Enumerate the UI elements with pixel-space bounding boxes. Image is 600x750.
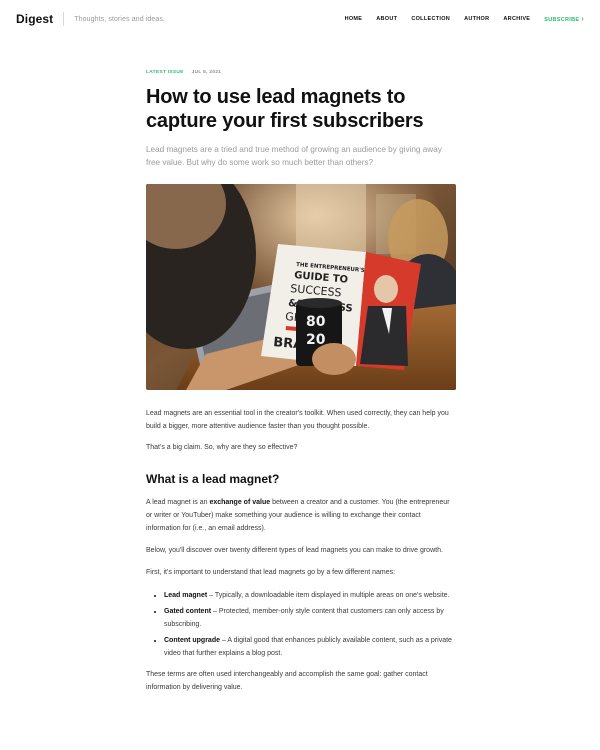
- section-heading: What is a lead magnet?: [146, 472, 280, 487]
- paragraph: Below, you'll discover over twenty diffe…: [146, 546, 443, 554]
- list-item: Content upgrade – A digital good that en…: [164, 635, 456, 661]
- chevron-right-icon: ›: [581, 15, 584, 23]
- site-logo[interactable]: Digest: [16, 12, 53, 26]
- paragraph: Lead magnets are an essential tool in th…: [146, 410, 449, 430]
- issue-tag[interactable]: LATEST ISSUE: [146, 70, 184, 75]
- article-lede: Lead magnets are a tried and true method…: [146, 145, 442, 167]
- article-title: How to use lead magnets to capture your …: [146, 86, 424, 132]
- list-item: Lead magnet – Typically, a downloadable …: [164, 590, 456, 603]
- article: LATEST ISSUE JUL 5, 2021 How to use lead…: [146, 70, 456, 695]
- paragraph: These terms are often used interchangeab…: [146, 671, 428, 692]
- term: Lead magnet: [164, 592, 208, 600]
- term: Gated content: [164, 608, 212, 616]
- term-desc: – Typically, a downloadable item display…: [207, 592, 450, 600]
- site-header: Digest Thoughts, stories and ideas. HOME…: [0, 0, 600, 38]
- nav-archive[interactable]: ARCHIVE: [503, 16, 530, 22]
- nav-subscribe[interactable]: SUBSCRIBE ›: [544, 16, 584, 23]
- hero-photo: THE ENTREPRENEUR'S GUIDE TO SUCCESS &BUS…: [146, 184, 456, 390]
- list-item: Gated content – Protected, member-only s…: [164, 606, 456, 632]
- term-list: Lead magnet – Typically, a downloadable …: [146, 590, 456, 660]
- main-nav: HOME ABOUT COLLECTION AUTHOR ARCHIVE SUB…: [345, 16, 584, 23]
- emphasis: exchange of value: [209, 499, 271, 507]
- site-tagline: Thoughts, stories and ideas.: [74, 15, 166, 23]
- subscribe-label: SUBSCRIBE: [544, 16, 580, 23]
- nav-home[interactable]: HOME: [345, 16, 363, 22]
- publish-date: JUL 5, 2021: [191, 70, 222, 75]
- term: Content upgrade: [164, 636, 220, 644]
- hero-image: THE ENTREPRENEUR'S GUIDE TO SUCCESS &BUS…: [146, 184, 456, 390]
- article-meta: LATEST ISSUE JUL 5, 2021: [146, 70, 456, 75]
- paragraph: That's a big claim. So, why are they so …: [146, 443, 298, 451]
- text: A lead magnet is an: [146, 499, 210, 507]
- header-divider: [63, 12, 65, 26]
- article-body: Lead magnets are an essential tool in th…: [146, 408, 456, 695]
- nav-about[interactable]: ABOUT: [376, 16, 397, 22]
- svg-text:80: 80: [306, 314, 326, 330]
- nav-author[interactable]: AUTHOR: [464, 16, 489, 22]
- nav-collection[interactable]: COLLECTION: [411, 16, 450, 22]
- paragraph: A lead magnet is an exchange of value be…: [146, 497, 456, 535]
- paragraph: First, it's important to understand that…: [146, 568, 396, 576]
